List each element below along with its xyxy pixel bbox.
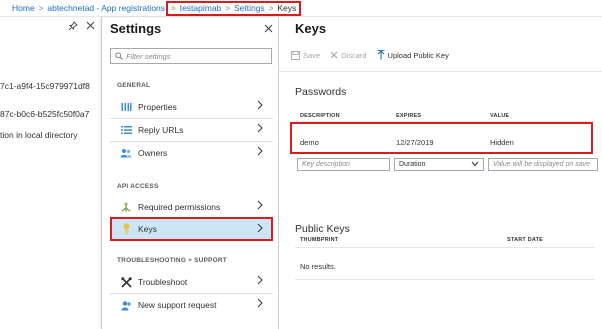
chevron-right-icon — [257, 298, 263, 308]
chevron-down-icon — [471, 161, 479, 167]
password-expires: 12/27/2019 — [396, 138, 434, 147]
column-header-expires: EXPIRES — [396, 113, 422, 119]
key-description-placeholder: Key description — [302, 161, 350, 168]
duration-select[interactable]: Duration — [394, 158, 484, 171]
discard-button[interactable]: Discard — [330, 50, 367, 60]
chevron-right-icon — [257, 123, 263, 133]
application-id-value: 7c1-a9f4-15c979971df8 — [0, 81, 90, 91]
settings-item-label: Owners — [138, 148, 168, 158]
search-icon — [115, 52, 123, 60]
column-header-description: DESCRIPTION — [300, 113, 340, 119]
breadcrumb-separator: > — [171, 3, 176, 13]
settings-item-required-permissions[interactable]: Required permissions — [110, 196, 273, 218]
breadcrumb-home[interactable]: Home — [12, 3, 35, 13]
upload-public-key-button[interactable]: Upload Public Key — [377, 50, 449, 60]
permissions-icon — [120, 201, 132, 213]
breadcrumb-settings[interactable]: Settings — [234, 3, 265, 13]
breadcrumb: Home > abtechnetad - App registrations >… — [0, 0, 602, 17]
pane-controls — [68, 21, 95, 34]
settings-item-keys[interactable]: Keys — [110, 217, 273, 241]
save-label: Save — [303, 50, 321, 60]
breadcrumb-app-registrations[interactable]: abtechnetad - App registrations — [47, 3, 165, 13]
general-section-header: GENERAL — [117, 82, 151, 89]
breadcrumb-app[interactable]: testapimab — [180, 3, 222, 13]
keys-toolbar: Save Discard Upload Public Key — [291, 50, 449, 60]
public-keys-empty: No results. — [300, 262, 336, 271]
password-value: Hidden — [490, 138, 514, 147]
support-icon — [120, 299, 132, 311]
breadcrumb-separator: > — [225, 3, 230, 13]
key-description-input[interactable]: Key description — [297, 158, 390, 171]
close-icon[interactable] — [264, 19, 273, 36]
settings-item-label: New support request — [138, 300, 217, 310]
chevron-right-icon — [257, 146, 263, 156]
settings-item-troubleshoot[interactable]: Troubleshoot — [110, 271, 273, 293]
password-description: demo — [300, 138, 319, 147]
settings-item-owners[interactable]: Owners — [110, 142, 273, 164]
chevron-right-icon — [257, 275, 263, 285]
settings-item-label: Properties — [138, 102, 177, 112]
discard-label: Discard — [341, 50, 367, 60]
discard-icon — [330, 51, 338, 59]
upload-icon — [377, 50, 385, 60]
chevron-right-icon — [257, 223, 263, 233]
key-value-input[interactable]: Value will be displayed on save — [488, 158, 598, 171]
settings-item-reply-urls[interactable]: Reply URLs — [110, 119, 273, 141]
properties-icon — [120, 101, 132, 113]
support-section-header: TROUBLESHOOTING + SUPPORT — [117, 257, 227, 264]
users-icon — [120, 147, 132, 159]
filter-placeholder: Filter settings — [126, 51, 171, 61]
column-header-start-date: START DATE — [507, 237, 544, 243]
settings-item-label: Reply URLs — [138, 125, 184, 135]
divider — [295, 247, 595, 248]
divider — [295, 279, 595, 280]
upload-label: Upload Public Key — [387, 50, 449, 60]
settings-item-label: Troubleshoot — [138, 277, 188, 287]
duration-value: Duration — [399, 161, 426, 168]
toolbar-divider — [279, 71, 602, 72]
column-header-value: VALUE — [490, 113, 510, 119]
settings-item-label: Keys — [138, 224, 157, 234]
api-access-section-header: API ACCESS — [117, 183, 159, 190]
keys-title: Keys — [295, 21, 327, 36]
password-row-highlight — [290, 122, 593, 154]
chevron-right-icon — [257, 100, 263, 110]
public-keys-title: Public Keys — [295, 223, 350, 235]
settings-pane: Settings Filter settings GENERAL Propert… — [102, 17, 279, 329]
settings-item-new-support-request[interactable]: New support request — [110, 294, 273, 316]
local-directory-text: tion in local directory — [0, 130, 78, 140]
save-button[interactable]: Save — [291, 51, 320, 60]
filter-settings-input[interactable]: Filter settings — [110, 48, 272, 64]
key-icon — [120, 223, 132, 235]
settings-item-label: Required permissions — [138, 202, 221, 212]
breadcrumb-separator: > — [38, 3, 44, 13]
close-icon[interactable] — [86, 21, 95, 34]
chevron-right-icon — [257, 200, 263, 210]
pin-icon[interactable] — [68, 21, 78, 34]
keys-pane: Keys Save Discard Upload Public Key Pass… — [279, 17, 602, 329]
breadcrumb-highlight-box: > testapimab > Settings > Keys — [166, 0, 302, 16]
breadcrumb-keys: Keys — [277, 3, 297, 13]
list-icon — [120, 124, 132, 136]
settings-item-properties[interactable]: Properties — [110, 96, 273, 118]
app-registration-pane: 7c1-a9f4-15c979971df8 87c-b0c6-b525fc50f… — [0, 17, 102, 329]
object-id-value: 87c-b0c6-b525fc50f0a7 — [0, 109, 90, 119]
tools-icon — [120, 276, 132, 288]
column-header-thumbprint: THUMBPRINT — [300, 237, 339, 243]
save-icon — [291, 50, 300, 60]
key-value-placeholder: Value will be displayed on save — [493, 161, 591, 168]
breadcrumb-separator: > — [268, 3, 274, 13]
passwords-title: Passwords — [295, 86, 347, 98]
settings-title: Settings — [110, 21, 162, 36]
